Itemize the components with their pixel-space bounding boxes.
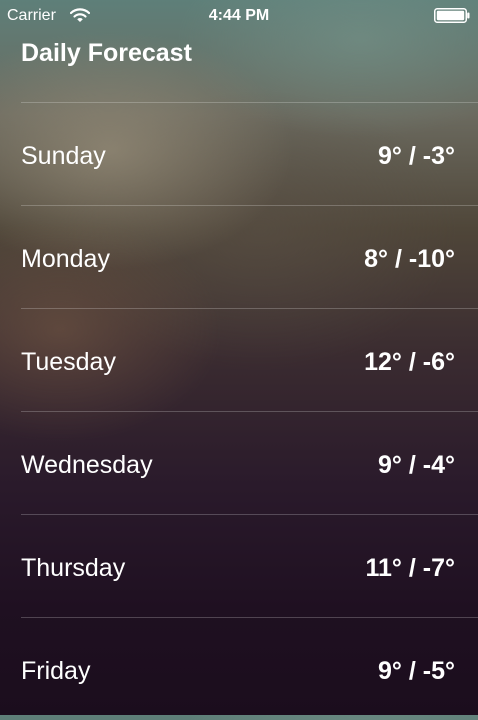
temperature-range: 11° / -7° bbox=[365, 554, 456, 582]
temperature-range: 9° / -4° bbox=[378, 451, 455, 479]
forecast-row-monday[interactable]: Monday 8° / -10° bbox=[21, 205, 478, 308]
temperature-range: 8° / -10° bbox=[364, 245, 455, 273]
forecast-row-sunday[interactable]: Sunday 9° / -3° bbox=[21, 102, 478, 205]
forecast-row-friday[interactable]: Friday 9° / -5° bbox=[21, 617, 478, 720]
day-label: Thursday bbox=[21, 554, 126, 582]
day-label: Monday bbox=[21, 245, 110, 273]
forecast-row-tuesday[interactable]: Tuesday 12° / -6° bbox=[21, 308, 478, 411]
temperature-range: 12° / -6° bbox=[364, 348, 455, 376]
forecast-row-wednesday[interactable]: Wednesday 9° / -4° bbox=[21, 411, 478, 514]
day-label: Friday bbox=[21, 657, 91, 685]
temperature-range: 9° / -5° bbox=[378, 657, 455, 685]
forecast-row-thursday[interactable]: Thursday 11° / -7° bbox=[21, 514, 478, 617]
status-time: 4:44 PM bbox=[208, 7, 270, 24]
day-label: Wednesday bbox=[21, 451, 153, 479]
temperature-range: 9° / -3° bbox=[378, 142, 455, 170]
status-bar: Carrier 4:44 PM bbox=[0, 0, 478, 32]
day-label: Tuesday bbox=[21, 348, 116, 376]
page-title: Daily Forecast bbox=[21, 39, 192, 67]
day-label: Sunday bbox=[21, 142, 106, 170]
battery-icon bbox=[434, 8, 470, 23]
forecast-list: Sunday 9° / -3° Monday 8° / -10° Tuesday… bbox=[0, 102, 478, 720]
